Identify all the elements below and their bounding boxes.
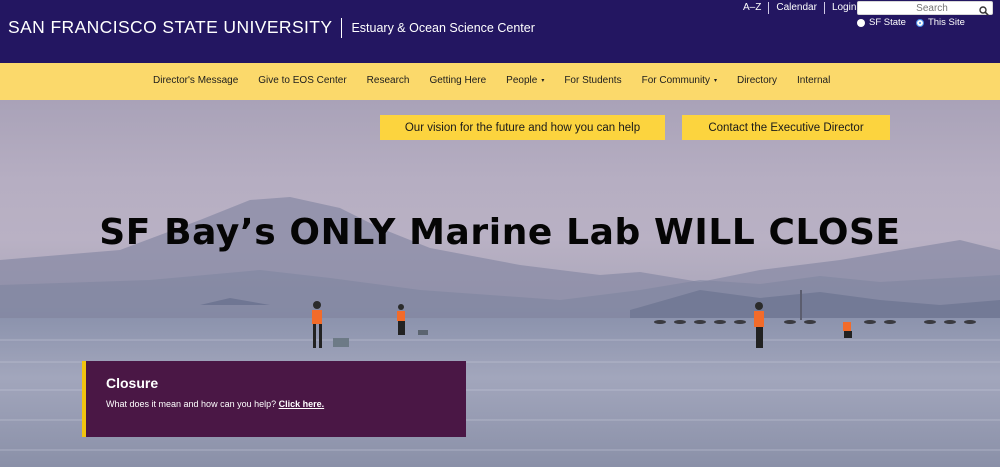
hero-banner: Our vision for the future and how you ca… <box>0 100 1000 467</box>
site-header: SAN FRANCISCO STATE UNIVERSITY Estuary &… <box>0 0 1000 63</box>
nav-label: Directory <box>736 75 777 86</box>
caret-down-icon: ▾ <box>541 78 545 84</box>
nav-getting-here[interactable]: Getting Here <box>419 75 496 86</box>
nav-for-students[interactable]: For Students <box>554 75 631 86</box>
nav-label: Director's Message <box>153 75 239 86</box>
nav-label: For Community <box>641 75 710 86</box>
nav-for-community[interactable]: For Community ▾ <box>632 75 727 86</box>
scope-thissite[interactable]: This Site <box>915 17 965 28</box>
scope-sfstate[interactable]: SF State <box>857 17 906 28</box>
nav-directors-message[interactable]: Director's Message <box>143 75 248 86</box>
search-box <box>857 1 993 16</box>
nav-people[interactable]: People ▾ <box>496 75 554 86</box>
closure-callout: Closure What does it mean and how can yo… <box>82 361 466 437</box>
hero-headline: SF Bay’s ONLY Marine Lab WILL CLOSE <box>99 212 901 253</box>
main-nav: Director's Message Give to EOS Center Re… <box>0 63 1000 100</box>
nav-label: Give to EOS Center <box>258 75 347 86</box>
contact-director-button[interactable]: Contact the Executive Director <box>682 115 890 140</box>
nav-directory[interactable]: Directory <box>727 75 787 86</box>
closure-text: What does it mean and how can you help? <box>106 399 277 409</box>
scope-thissite-label: This Site <box>927 17 965 28</box>
radio-sfstate[interactable] <box>857 18 865 27</box>
search-input[interactable] <box>858 2 976 14</box>
click-here-link[interactable]: Click here. <box>279 399 325 409</box>
brand[interactable]: SAN FRANCISCO STATE UNIVERSITY Estuary &… <box>8 17 535 38</box>
nav-label: For Students <box>564 75 622 86</box>
caret-down-icon: ▾ <box>713 78 717 84</box>
nav-internal[interactable]: Internal <box>787 75 840 86</box>
scope-sfstate-label: SF State <box>869 17 906 28</box>
brand-divider <box>341 17 343 38</box>
site-name[interactable]: Estuary & Ocean Science Center <box>351 21 534 35</box>
radio-thissite[interactable] <box>915 18 924 27</box>
calendar-link[interactable]: Calendar <box>768 2 824 14</box>
closure-title: Closure <box>106 375 159 391</box>
closure-description: What does it mean and how can you help? … <box>106 399 324 409</box>
az-link[interactable]: A–Z <box>736 2 768 14</box>
search-icon[interactable] <box>979 3 989 21</box>
utility-links: A–Z Calendar Login <box>736 2 863 14</box>
nav-label: People <box>506 75 538 86</box>
nav-give[interactable]: Give to EOS Center <box>248 75 356 86</box>
nav-label: Getting Here <box>429 75 487 86</box>
vision-button[interactable]: Our vision for the future and how you ca… <box>380 115 665 140</box>
nav-label: Research <box>366 75 410 86</box>
search-scope: SF State This Site <box>857 17 975 28</box>
nav-label: Internal <box>796 75 831 86</box>
nav-research[interactable]: Research <box>357 75 420 86</box>
university-name[interactable]: SAN FRANCISCO STATE UNIVERSITY <box>8 17 332 38</box>
